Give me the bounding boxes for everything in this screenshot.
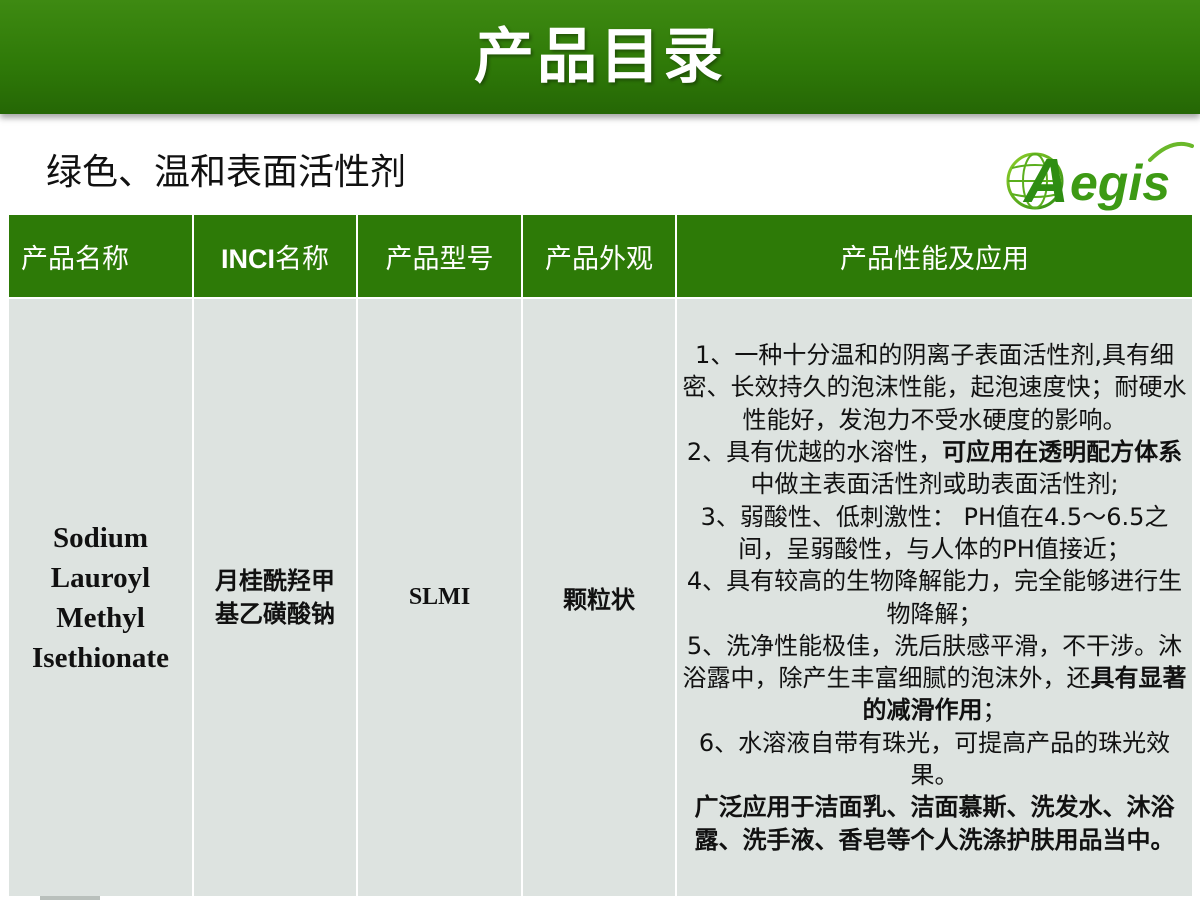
cell-performance: 1、一种十分温和的阴离子表面活性剂,具有细密、长效持久的泡沫性能，起泡速度快；耐… [675, 297, 1194, 898]
cell-product-model: SLMI [356, 297, 523, 898]
performance-item-2-end: 中做主表面活性剂或助表面活性剂; [750, 470, 1119, 499]
header-product-name: 产品名称 [7, 213, 194, 299]
product-name-line: Sodium [52, 521, 149, 554]
footer-mark [40, 896, 100, 900]
table-row: Sodium Lauroyl Methyl Isethionate 月桂酰羟甲 … [7, 297, 1194, 898]
header-inci-suffix: 名称 [275, 243, 329, 275]
performance-item-5: 5、洗净性能极佳，洗后肤感平滑，不干涉。沐浴露中，除产生丰富细腻的泡沫外，还具有… [677, 630, 1192, 727]
cell-product-appearance: 颗粒状 [521, 297, 677, 898]
inci-name-line: 基乙磺酸钠 [215, 599, 335, 628]
performance-item-2: 2、具有优越的水溶性，可应用在透明配方体系中做主表面活性剂或助表面活性剂; [677, 436, 1192, 501]
performance-item-2-start: 2、具有优越的水溶性， [686, 438, 943, 467]
table-header-row: 产品名称 INCI名称 产品型号 产品外观 产品性能及应用 [7, 213, 1194, 299]
cell-inci-name: 月桂酰羟甲 基乙磺酸钠 [192, 297, 358, 898]
aegis-logo: A egis [1006, 141, 1194, 216]
header-product-model: 产品型号 [356, 213, 523, 299]
header-performance-application: 产品性能及应用 [675, 213, 1194, 299]
cell-product-name: Sodium Lauroyl Methyl Isethionate [7, 297, 194, 898]
performance-summary: 广泛应用于洁面乳、洁面慕斯、洗发水、沐浴露、洗手液、香皂等个人洗涤护肤用品当中。 [694, 793, 1175, 854]
performance-item-3: 3、弱酸性、低刺激性： PH值在4.5～6.5之间，呈弱酸性，与人体的PH值接近… [700, 502, 1169, 563]
svg-text:egis: egis [1070, 155, 1170, 211]
performance-item-2-highlight: 可应用在透明配方体系 [942, 438, 1183, 467]
header-product-appearance: 产品外观 [521, 213, 677, 299]
svg-text:A: A [1022, 147, 1069, 216]
section-subtitle: 绿色、温和表面活性剂 [46, 152, 407, 193]
product-table: 产品名称 INCI名称 产品型号 产品外观 产品性能及应用 Sodium Lau… [7, 213, 1194, 898]
header-inci-name: INCI名称 [192, 213, 358, 299]
product-name-line: Isethionate [32, 641, 169, 674]
inci-name-line: 月桂酰羟甲 [215, 566, 335, 595]
header-inci-prefix: INCI [221, 243, 275, 274]
product-name-line: Lauroyl [50, 561, 151, 594]
product-name-line: Methyl [56, 601, 145, 634]
performance-item-5-end: ； [982, 696, 1007, 725]
performance-item-1: 1、一种十分温和的阴离子表面活性剂,具有细密、长效持久的泡沫性能，起泡速度快；耐… [682, 341, 1187, 434]
performance-item-4: 4、具有较高的生物降解能力，完全能够进行生物降解； [686, 567, 1183, 628]
page-title: 产品目录 [474, 22, 726, 92]
performance-item-6: 6、水溶液自带有珠光，可提高产品的珠光效果。 [698, 728, 1171, 789]
